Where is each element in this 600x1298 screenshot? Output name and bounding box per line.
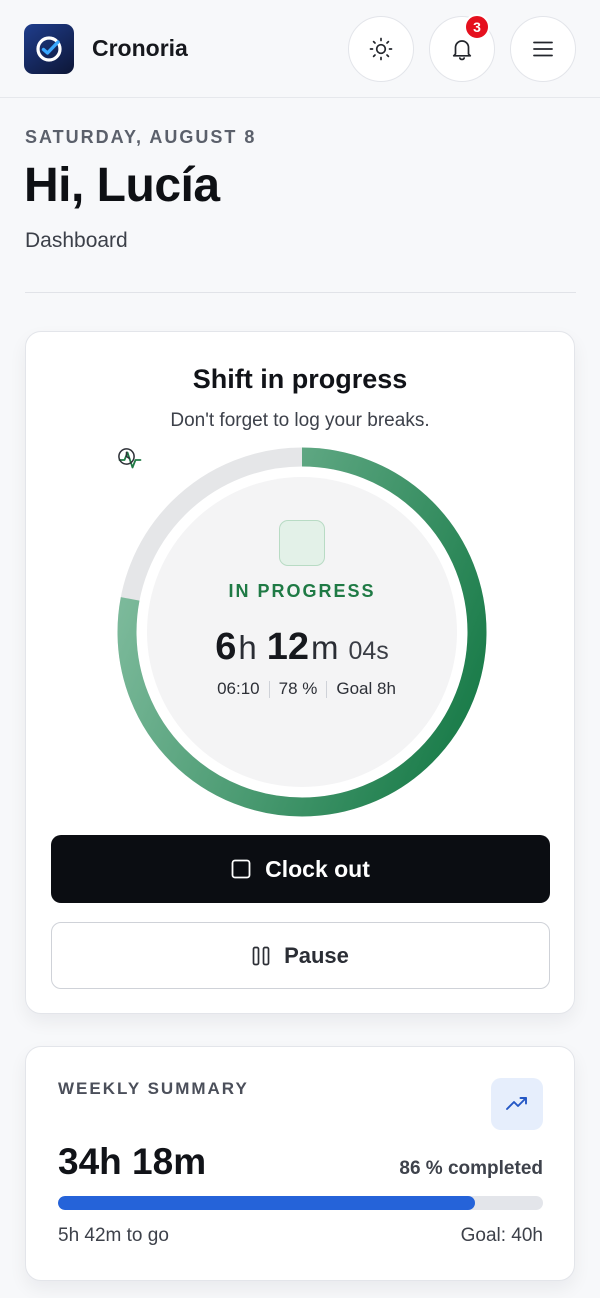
theme-toggle-button[interactable] xyxy=(348,15,414,82)
pause-label: Pause xyxy=(284,942,349,968)
page-subtitle: Dashboard xyxy=(25,229,128,252)
shift-start-time: 06:10 xyxy=(217,679,260,698)
elapsed-minutes: 12 xyxy=(266,626,309,668)
shift-card: Shift in progress Don't forget to log yo… xyxy=(25,331,575,1014)
meta-separator xyxy=(326,680,328,698)
pause-icon xyxy=(252,946,270,965)
shift-hint: Don't forget to log your breaks. xyxy=(170,410,430,431)
elapsed-time: 6 h 12 m 04s xyxy=(215,626,389,669)
app-logo[interactable] xyxy=(24,23,74,74)
elapsed-hours: 6 xyxy=(215,626,237,668)
notifications-button[interactable]: 3 xyxy=(429,13,495,82)
pause-button[interactable]: Pause xyxy=(51,922,550,989)
weekly-goal: Goal: 40h xyxy=(460,1225,543,1246)
weekly-summary-title: WEEKLY SUMMARY xyxy=(58,1079,249,1098)
header-divider xyxy=(25,292,576,293)
top-actions: 3 xyxy=(348,13,576,82)
menu-button[interactable] xyxy=(510,15,576,82)
elapsed-seconds: 04s xyxy=(348,637,389,665)
stop-square-icon xyxy=(231,859,251,879)
weekly-summary-card: WEEKLY SUMMARY 34h 18m 86 % completed 5h… xyxy=(25,1046,575,1281)
notification-count-badge: 3 xyxy=(464,13,490,40)
weekly-total-hours: 34h 18m xyxy=(58,1141,207,1182)
activity-badge xyxy=(118,451,325,566)
shift-progress-ring: IN PROGRESS 6 h 12 m 04s 06:10 78 % Goal… xyxy=(117,447,487,817)
check-clock-icon xyxy=(36,35,62,62)
elapsed-minutes-unit: m xyxy=(310,629,339,666)
hamburger-icon xyxy=(533,41,553,56)
top-bar: Cronoria 3 xyxy=(0,0,600,98)
sun-icon xyxy=(369,37,393,60)
clock-out-label: Clock out xyxy=(265,855,370,882)
ring-content: IN PROGRESS 6 h 12 m 04s 06:10 78 % Goal… xyxy=(117,447,487,817)
weekly-trend-button[interactable] xyxy=(491,1078,543,1130)
current-date: SATURDAY, AUGUST 8 xyxy=(25,127,257,147)
clock-out-button[interactable]: Clock out xyxy=(51,835,550,903)
elapsed-hours-unit: h xyxy=(238,629,257,666)
shift-title: Shift in progress xyxy=(192,364,408,394)
trending-up-icon xyxy=(506,1097,527,1110)
weekly-progress-fill xyxy=(58,1196,476,1210)
weekly-completed-label: 86 % completed xyxy=(399,1158,543,1179)
greeting-heading: Hi, Lucía xyxy=(24,159,220,212)
shift-goal: Goal 8h xyxy=(336,679,396,698)
shift-percent: 78 % xyxy=(278,679,318,698)
shift-meta: 06:10 78 % Goal 8h xyxy=(118,448,396,699)
meta-separator xyxy=(268,680,270,698)
bell-icon xyxy=(452,39,472,60)
shift-status-label: IN PROGRESS xyxy=(228,581,376,601)
weekly-remaining: 5h 42m to go xyxy=(58,1225,169,1246)
weekly-progress-bar xyxy=(58,1196,543,1210)
brand-name: Cronoria xyxy=(92,35,188,61)
